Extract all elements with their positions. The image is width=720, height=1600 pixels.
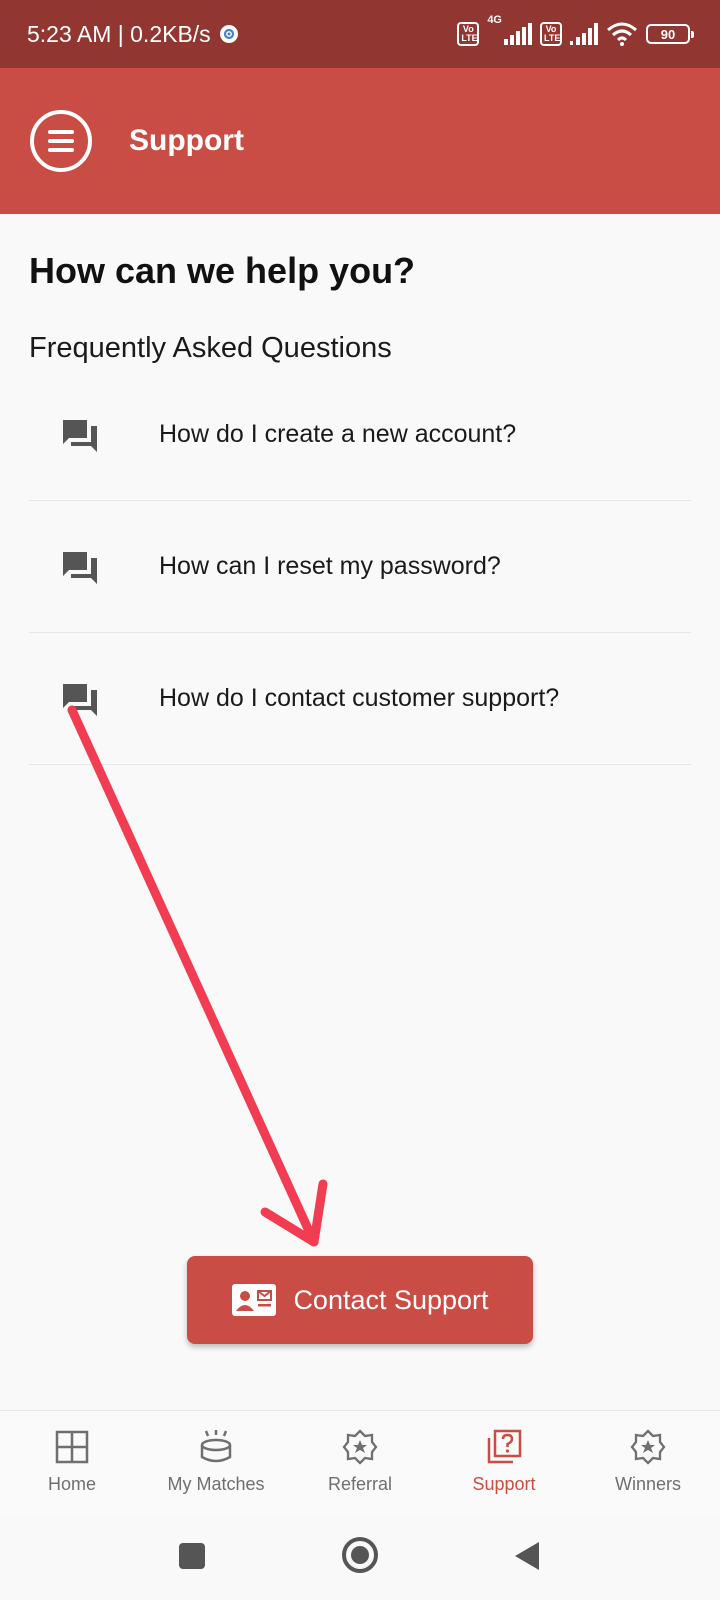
faq-list: How do I create a new account? How can I… bbox=[29, 369, 691, 765]
nav-label-my-matches: My Matches bbox=[167, 1474, 265, 1494]
back-icon[interactable] bbox=[513, 1540, 541, 1572]
faq-item[interactable]: How do I contact customer support? bbox=[29, 633, 691, 765]
bottom-nav: Home My Matches Referral Support Winners bbox=[0, 1410, 720, 1516]
faq-heading: Frequently Asked Questions bbox=[29, 332, 392, 364]
forum-icon bbox=[63, 419, 97, 452]
status-left: 5:23 AM | 0.2KB/s bbox=[27, 21, 239, 48]
volte-badge-2: Vo LTE bbox=[540, 22, 562, 46]
nav-label-referral: Referral bbox=[327, 1474, 393, 1494]
nav-item-home[interactable]: Home bbox=[0, 1411, 144, 1516]
signal-icon-2 bbox=[570, 23, 598, 45]
recents-icon[interactable] bbox=[178, 1542, 206, 1570]
battery-level: 90 bbox=[660, 26, 676, 42]
app-bar: Support bbox=[0, 68, 720, 214]
nav-item-winners[interactable]: Winners bbox=[576, 1411, 720, 1516]
faq-item[interactable]: How can I reset my password? bbox=[29, 501, 691, 633]
faq-question: How can I reset my password? bbox=[159, 552, 501, 580]
stadium-icon bbox=[200, 1430, 232, 1463]
volte-badge: Vo LTE bbox=[457, 22, 480, 46]
battery-indicator: 90 bbox=[646, 24, 694, 44]
contact-support-label: Contact Support bbox=[293, 1284, 489, 1315]
status-bar: 5:23 AM | 0.2KB/s Vo LTE 4G Vo LTE 90 bbox=[0, 0, 720, 68]
wifi-icon bbox=[607, 22, 637, 46]
faq-question: How do I create a new account? bbox=[159, 420, 517, 448]
faq-item[interactable]: How do I create a new account? bbox=[29, 369, 691, 501]
grid-icon bbox=[55, 1430, 89, 1464]
page-title: Support bbox=[129, 124, 244, 157]
help-heading: How can we help you? bbox=[29, 250, 416, 291]
status-right: Vo LTE 4G Vo LTE 90 bbox=[457, 14, 694, 46]
forum-icon bbox=[63, 683, 97, 716]
faq-question: How do I contact customer support? bbox=[159, 684, 560, 712]
menu-icon[interactable] bbox=[29, 109, 93, 173]
question-icon bbox=[487, 1429, 522, 1464]
status-time: 5:23 AM | 0.2KB/s bbox=[27, 20, 211, 47]
nav-item-support[interactable]: Support bbox=[432, 1411, 576, 1516]
nav-item-my-matches[interactable]: My Matches bbox=[144, 1411, 288, 1516]
star-badge-icon bbox=[630, 1429, 666, 1465]
nav-label-support: Support bbox=[472, 1474, 536, 1494]
forum-icon bbox=[63, 551, 97, 584]
system-nav-bar bbox=[0, 1516, 720, 1600]
home-button-icon[interactable] bbox=[341, 1536, 379, 1574]
contact-support-button[interactable]: Contact Support bbox=[187, 1256, 533, 1344]
star-badge-icon bbox=[342, 1429, 378, 1465]
contact-card-icon bbox=[232, 1284, 277, 1316]
nav-label-home: Home bbox=[47, 1474, 96, 1494]
network-type: 4G bbox=[487, 14, 502, 26]
settings-notification-icon bbox=[219, 25, 238, 43]
signal-icon bbox=[504, 23, 532, 45]
annotation-arrow bbox=[67, 705, 328, 1247]
nav-item-referral[interactable]: Referral bbox=[288, 1411, 432, 1516]
nav-label-winners: Winners bbox=[614, 1474, 681, 1494]
